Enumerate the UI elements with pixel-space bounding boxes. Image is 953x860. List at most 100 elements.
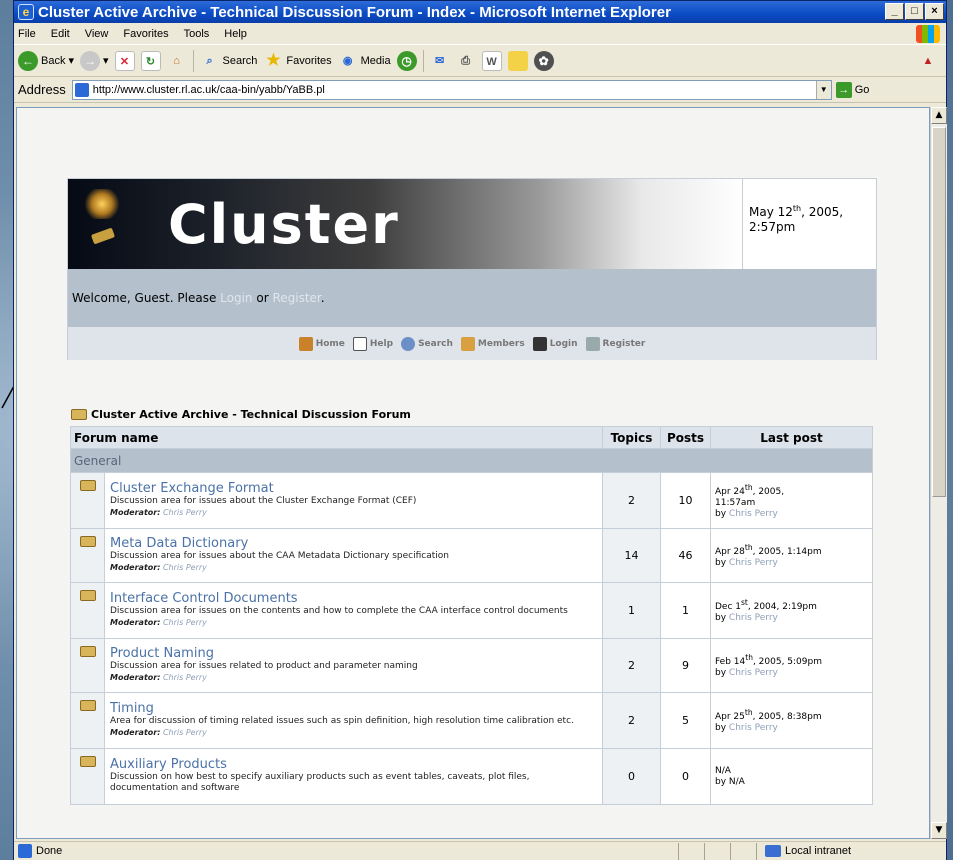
status-cell — [678, 842, 704, 860]
moderator-link[interactable]: Chris Perry — [163, 563, 207, 572]
current-date: May 12th, 2005, 2:57pm — [742, 179, 876, 269]
nav-home[interactable]: Home — [298, 336, 345, 351]
nav-help[interactable]: Help — [352, 336, 393, 351]
board-description: Discussion area for issues related to pr… — [110, 661, 418, 671]
last-post-author[interactable]: Chris Perry — [729, 558, 778, 568]
address-input[interactable]: http://www.cluster.rl.ac.uk/caa-bin/yabb… — [71, 79, 832, 100]
history-icon[interactable]: ◷ — [396, 50, 417, 71]
favorites-button[interactable]: ★ Favorites — [263, 51, 331, 71]
posts-count: 9 — [660, 638, 711, 693]
status-cell — [730, 842, 756, 860]
last-post-author[interactable]: Chris Perry — [729, 723, 778, 733]
search-button[interactable]: ⌕ Search — [200, 51, 257, 71]
board-link[interactable]: Auxiliary Products — [110, 758, 598, 771]
nav-login[interactable]: Login — [532, 336, 578, 351]
topics-count: 0 — [602, 748, 661, 805]
table-row: Cluster Exchange Format Discussion area … — [70, 472, 873, 529]
last-post-author[interactable]: Chris Perry — [729, 668, 778, 678]
moderator-link[interactable]: Chris Perry — [163, 508, 207, 517]
back-button[interactable]: ← Back ▾ — [18, 50, 74, 71]
vertical-scrollbar[interactable]: ▲ ▼ — [930, 107, 947, 839]
toolbar: ← Back ▾ → ▾ ✕ ↻ ⌂ ⌕ Search ★ Favorites … — [14, 45, 946, 77]
scroll-thumb[interactable] — [932, 127, 946, 497]
board-link[interactable]: Cluster Exchange Format — [110, 482, 598, 495]
home-icon[interactable]: ⌂ — [167, 51, 187, 71]
title-bar[interactable]: e Cluster Active Archive - Technical Dis… — [14, 1, 946, 23]
posts-count: 5 — [660, 692, 711, 749]
last-post-author[interactable]: Chris Perry — [729, 509, 778, 519]
forward-button[interactable]: → ▾ — [80, 50, 109, 71]
register-link[interactable]: Register — [272, 291, 320, 305]
board-folder-icon — [79, 700, 96, 711]
media-icon: ◉ — [342, 54, 353, 67]
board-link[interactable]: Product Naming — [110, 647, 598, 660]
star-icon: ★ — [266, 51, 281, 69]
moderator-link[interactable]: Chris Perry — [163, 618, 207, 627]
search-icon — [401, 336, 416, 351]
table-row: Meta Data Dictionary Discussion area for… — [70, 528, 873, 583]
back-arrow-icon: ← — [18, 50, 38, 71]
table-row: Timing Area for discussion of timing rel… — [70, 692, 873, 749]
menu-edit[interactable]: Edit — [51, 28, 70, 40]
board-link[interactable]: Interface Control Documents — [110, 592, 598, 605]
board-folder-icon — [79, 590, 96, 601]
nav-register[interactable]: Register — [585, 336, 645, 351]
media-button[interactable]: ◉ Media — [338, 51, 391, 71]
scroll-down-icon[interactable]: ▼ — [931, 822, 947, 839]
status-cell — [704, 842, 730, 860]
toolbar-separator — [422, 49, 424, 72]
table-row: Interface Control Documents Discussion a… — [70, 582, 873, 639]
edit-icon[interactable]: W — [481, 50, 502, 71]
board-folder-icon — [79, 536, 96, 547]
menu-file[interactable]: File — [18, 28, 36, 40]
menu-help[interactable]: Help — [224, 28, 247, 40]
last-post-author[interactable]: Chris Perry — [729, 613, 778, 623]
print-icon[interactable]: ⎙ — [456, 51, 476, 71]
maximize-button[interactable]: □ — [905, 3, 924, 20]
refresh-icon[interactable]: ↻ — [140, 50, 161, 71]
col-topics: Topics — [602, 426, 661, 449]
security-zone: Local intranet — [756, 842, 946, 860]
menu-view[interactable]: View — [85, 28, 109, 40]
nav-members[interactable]: Members — [460, 336, 525, 351]
menu-tools[interactable]: Tools — [184, 28, 210, 40]
address-dropdown-icon[interactable]: ▼ — [815, 80, 831, 99]
board-description: Area for discussion of timing related is… — [110, 716, 574, 726]
board-description: Discussion area for issues about the CAA… — [110, 551, 449, 561]
address-bar: Address http://www.cluster.rl.ac.uk/caa-… — [14, 77, 946, 103]
last-post: N/A by N/A — [710, 748, 873, 805]
cluster-banner: Cluster — [68, 179, 742, 269]
scroll-up-icon[interactable]: ▲ — [931, 107, 947, 124]
close-button[interactable]: × — [925, 3, 944, 20]
help-icon — [352, 336, 367, 351]
messenger-icon[interactable]: ✿ — [533, 50, 554, 71]
login-icon — [532, 336, 547, 351]
category-general[interactable]: General — [70, 448, 873, 473]
nav-search[interactable]: Search — [401, 336, 453, 351]
board-folder-icon — [79, 646, 96, 657]
forum-header: Cluster May 12th, 2005, 2:57pm Welcome, … — [67, 178, 877, 360]
go-button[interactable]: → Go — [835, 81, 869, 98]
folder-icon — [71, 409, 87, 420]
board-link[interactable]: Meta Data Dictionary — [110, 537, 598, 550]
mail-icon[interactable]: ✉ — [430, 51, 450, 71]
research-icon[interactable]: ▲ — [918, 51, 938, 71]
board-moderator: Moderator: Chris Perry — [110, 508, 207, 517]
board-link[interactable]: Timing — [110, 702, 598, 715]
register-icon — [585, 336, 600, 351]
go-arrow-icon: → — [835, 81, 852, 98]
table-header-row: Forum name Topics Posts Last post — [70, 426, 873, 449]
moderator-link[interactable]: Chris Perry — [163, 728, 207, 737]
search-icon: ⌕ — [206, 54, 213, 67]
discuss-icon[interactable] — [507, 50, 528, 71]
status-text: Done — [36, 845, 63, 857]
last-post: Apr 28th, 2005, 1:14pm by Chris Perry — [710, 528, 873, 583]
minimize-button[interactable]: _ — [885, 3, 904, 20]
moderator-link[interactable]: Chris Perry — [163, 673, 207, 682]
stop-icon[interactable]: ✕ — [114, 50, 135, 71]
login-link[interactable]: Login — [220, 291, 252, 305]
menu-favorites[interactable]: Favorites — [123, 28, 168, 40]
board-description: Discussion area for issues on the conten… — [110, 606, 568, 616]
page-icon — [74, 82, 89, 97]
url-text: http://www.cluster.rl.ac.uk/caa-bin/yabb… — [92, 83, 325, 96]
